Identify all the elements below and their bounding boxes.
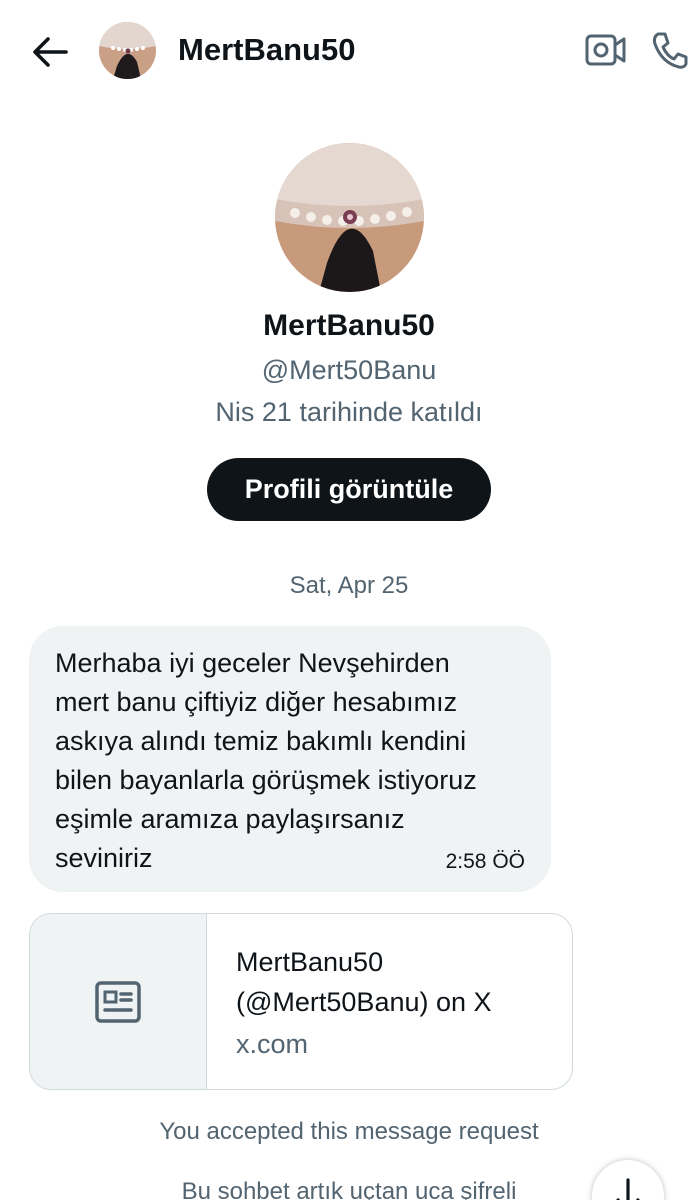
back-button[interactable]	[28, 30, 72, 74]
avatar[interactable]	[99, 22, 156, 79]
profile-handle: @Mert50Banu	[261, 355, 437, 385]
link-title: MertBanu50 (@Mert50Banu) on X	[236, 947, 492, 1017]
message-timestamp: 2:58 ÖÖ	[445, 850, 525, 873]
avatar-image	[99, 22, 156, 79]
profile-avatar-image	[275, 143, 424, 292]
video-call-button[interactable]	[584, 30, 628, 70]
article-icon	[95, 981, 141, 1023]
arrow-down-icon	[616, 1178, 640, 1200]
message-text: Merhaba iyi geceler Nevşehirden mert ban…	[55, 648, 477, 873]
request-accepted-note: You accepted this message request	[159, 1118, 539, 1145]
arrow-left-icon	[33, 37, 68, 67]
voice-call-button[interactable]	[648, 28, 692, 72]
link-thumbnail	[30, 914, 207, 1089]
dm-conversation-screen: MertBanu50 MertBanu50 @Mert50Banu Nis 21…	[0, 0, 698, 1200]
conversation-header: MertBanu50	[0, 0, 698, 100]
scroll-to-bottom-button[interactable]	[592, 1160, 664, 1200]
date-separator: Sat, Apr 25	[289, 572, 409, 599]
video-call-icon	[585, 34, 626, 66]
link-domain: x.com	[236, 1029, 309, 1059]
phone-icon	[652, 32, 688, 69]
profile-joined-date: Nis 21 tarihinde katıldı	[215, 397, 483, 427]
profile-avatar[interactable]	[275, 143, 424, 292]
profile-name: MertBanu50	[263, 309, 435, 342]
conversation-title: MertBanu50	[178, 32, 356, 67]
link-preview-card[interactable]: MertBanu50 (@Mert50Banu) on X x.com	[29, 913, 573, 1090]
view-profile-button[interactable]: Profili görüntüle	[207, 458, 491, 521]
message-bubble[interactable]: Merhaba iyi geceler Nevşehirden mert ban…	[29, 626, 551, 892]
